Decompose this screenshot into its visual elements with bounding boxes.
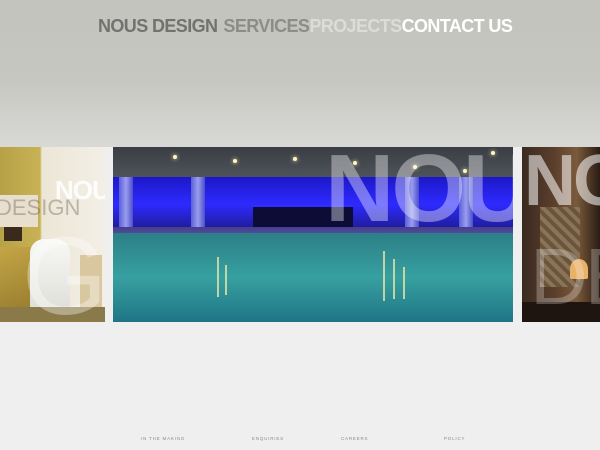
pool-water [113,233,513,322]
ceiling-light [233,159,237,163]
light-reflection [217,257,219,297]
nav-services[interactable]: SERVICES [223,16,310,37]
overlay-text-nous: NOUS [325,147,513,242]
light-reflection [393,259,395,299]
ceiling-light [173,155,177,159]
header: NOUS DESIGN SERVICES PROJECTS CONTACT US [0,0,600,147]
nav-contact-us[interactable]: CONTACT US [402,16,513,37]
gallery-image-lounge[interactable]: NOUS DE [522,147,600,322]
gallery-image-pool[interactable]: NOUS [113,147,513,322]
footer: IN THE MAKING ENQUIRIES CAREERS POLICY [0,436,600,446]
logo-link[interactable]: NOUS DESIGN [98,16,218,37]
footer-link-policy[interactable]: POLICY [444,436,465,441]
overlay-text-letters: GN [22,215,105,323]
gallery-image-bedroom[interactable]: DESIGN GN NOUS [0,147,105,322]
light-reflection [403,267,405,299]
ceiling-light [293,157,297,161]
overlay-text-nous: NOUS [55,175,105,205]
overlay-text-nous: NOUS [524,147,600,221]
light-reflection [225,265,227,295]
nav-projects[interactable]: PROJECTS [309,16,402,37]
pillow [4,227,22,241]
footer-link-in-the-making[interactable]: IN THE MAKING [141,436,185,441]
light-reflection [383,251,385,301]
overlay-text-design: DE [530,232,600,321]
image-gallery: DESIGN GN NOUS NOUS NOUS DE [0,147,600,322]
footer-link-careers[interactable]: CAREERS [341,436,368,441]
top-navigation: NOUS DESIGN SERVICES PROJECTS CONTACT US [98,16,513,40]
footer-link-enquiries[interactable]: ENQUIRIES [252,436,284,441]
